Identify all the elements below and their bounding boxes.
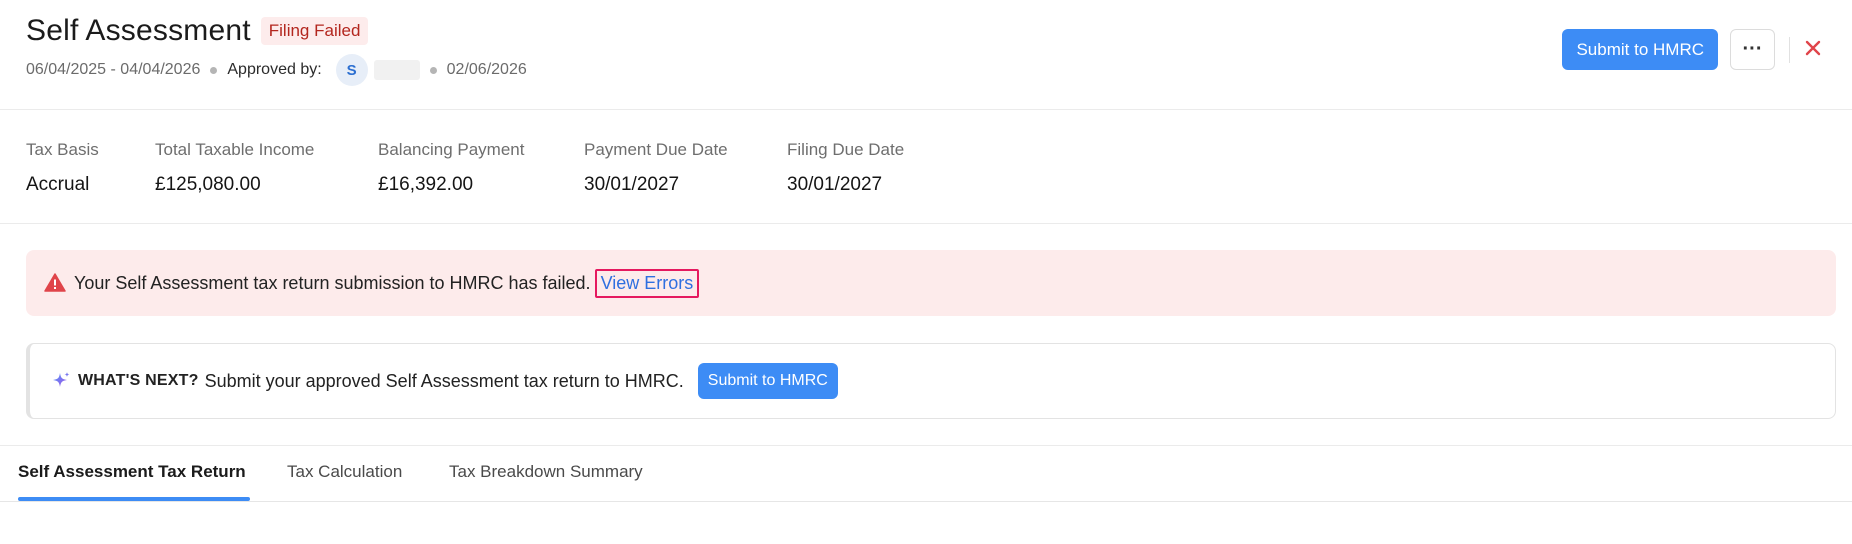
self-assessment-page: Self Assessment Filing Failed 06/04/2025… [0, 0, 1852, 544]
alert-message: Your Self Assessment tax return submissi… [74, 272, 591, 293]
submit-to-hmrc-button-secondary[interactable]: Submit to HMRC [697, 363, 838, 399]
summary-label: Balancing Payment [378, 140, 525, 159]
summary-label: Filing Due Date [787, 140, 905, 159]
summary-value: £125,080.00 [155, 174, 261, 195]
summary-value: 30/01/2027 [787, 174, 883, 195]
approver-name-redacted [373, 60, 420, 80]
page-header: Self Assessment Filing Failed 06/04/2025… [0, 0, 1852, 110]
view-errors-link[interactable]: View Errors [594, 268, 700, 298]
warning-icon [44, 272, 66, 294]
summary-value: 30/01/2027 [584, 174, 680, 195]
divider [1789, 36, 1790, 63]
summary-value: £16,392.00 [378, 174, 474, 195]
close-icon[interactable] [1804, 38, 1822, 62]
status-badge: Filing Failed [260, 17, 369, 45]
summary-label: Total Taxable Income [155, 140, 315, 159]
approved-date: 02/06/2026 [446, 61, 527, 78]
summary-filing-due-date: Filing Due Date 30/01/2027 [787, 140, 904, 196]
approved-by-label: Approved by: [227, 61, 322, 78]
summary-label: Payment Due Date [584, 140, 728, 159]
meta-row: 06/04/2025 - 04/04/2026 Approved by: S 0… [26, 54, 527, 86]
separator-dot [210, 66, 218, 74]
whats-next-title: WHAT'S NEXT? [78, 372, 199, 389]
separator-dot [429, 66, 437, 74]
title-row: Self Assessment Filing Failed [26, 14, 369, 48]
active-tab-indicator [18, 497, 250, 501]
period-range: 06/04/2025 - 04/04/2026 [26, 61, 201, 78]
sparkle-icon [50, 370, 72, 392]
tab-tax-calculation[interactable]: Tax Calculation [287, 462, 402, 482]
more-icon: ··· [1742, 38, 1763, 60]
summary-payment-due-date: Payment Due Date 30/01/2027 [584, 140, 728, 196]
submit-to-hmrc-button[interactable]: Submit to HMRC [1562, 29, 1718, 70]
summary-tax-basis: Tax Basis Accrual [26, 140, 99, 196]
tab-bar: Self Assessment Tax Return Tax Calculati… [0, 446, 1852, 502]
whats-next-banner: WHAT'S NEXT? Submit your approved Self A… [26, 343, 1836, 419]
filing-failed-alert: Your Self Assessment tax return submissi… [26, 250, 1836, 316]
tab-self-assessment-tax-return[interactable]: Self Assessment Tax Return [18, 462, 246, 482]
avatar: S [335, 54, 368, 86]
summary-section: Tax Basis Accrual Total Taxable Income £… [0, 110, 1852, 224]
summary-label: Tax Basis [26, 140, 99, 159]
summary-value: Accrual [26, 174, 90, 195]
page-title: Self Assessment [26, 14, 251, 47]
summary-balancing-payment: Balancing Payment £16,392.00 [378, 140, 524, 196]
summary-total-taxable-income: Total Taxable Income £125,080.00 [155, 140, 314, 196]
more-options-button[interactable]: ··· [1730, 29, 1775, 70]
whats-next-message: Submit your approved Self Assessment tax… [204, 370, 684, 391]
header-actions: Submit to HMRC ··· [1562, 29, 1852, 70]
tab-tax-breakdown-summary[interactable]: Tax Breakdown Summary [449, 462, 643, 482]
